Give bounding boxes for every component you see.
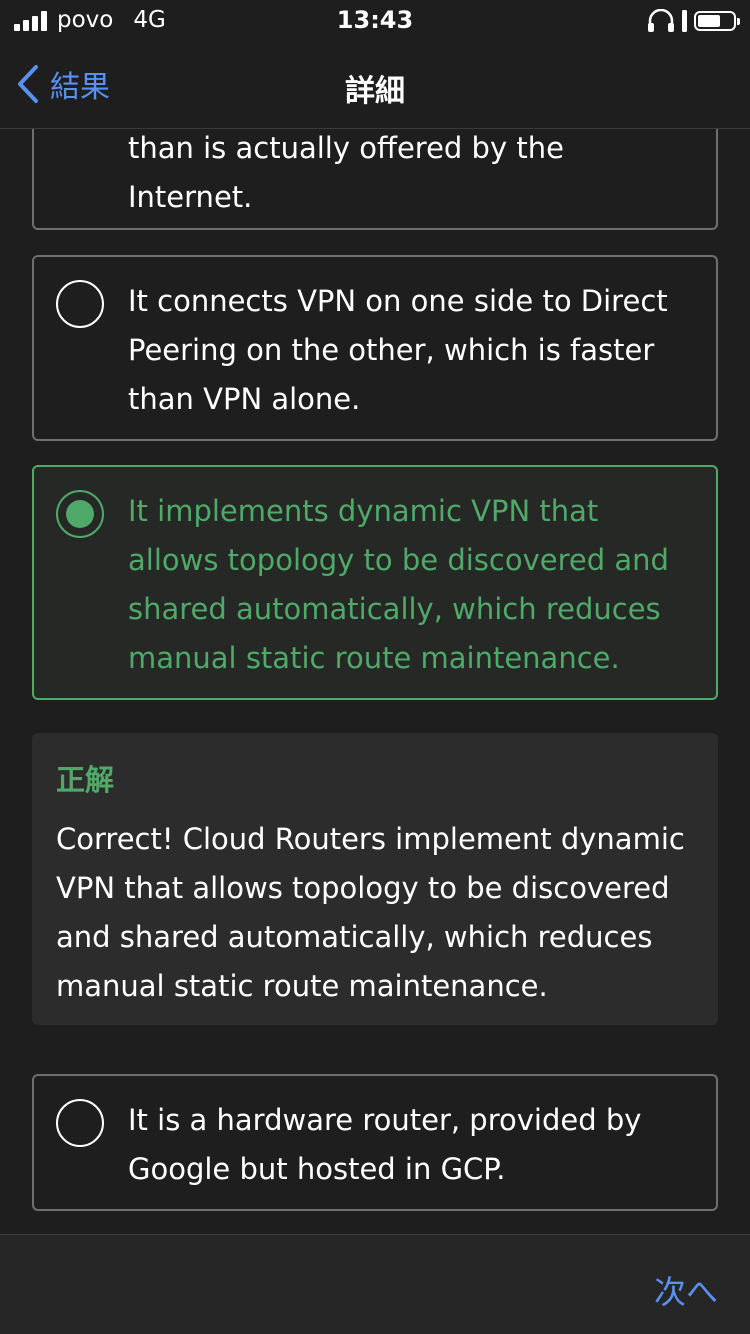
bottom-toolbar: 次へ	[0, 1234, 750, 1334]
status-right	[646, 9, 740, 33]
answer-option[interactable]: It is a hardware router, provided by Goo…	[32, 1074, 718, 1211]
answer-option-text: It connects VPN on one side to Direct Pe…	[128, 284, 668, 416]
radio-unselected-icon[interactable]	[56, 1099, 104, 1147]
answer-option-text: It implements dynamic VPN that allows to…	[128, 494, 669, 675]
explanation-body: Correct! Cloud Routers implement dynamic…	[56, 822, 685, 1003]
answer-option[interactable]: It connects VPN on one side to Direct Pe…	[32, 255, 718, 441]
headphones-icon	[648, 9, 674, 32]
battery-icon	[694, 11, 740, 31]
screen: povo 4G 13:43 結果 詳細 than is actually off…	[0, 0, 750, 1334]
page-title: 詳細	[345, 74, 405, 109]
answer-option[interactable]: bandwidth and get better throughput than…	[32, 129, 718, 230]
question-detail-content[interactable]: bandwidth and get better throughput than…	[0, 129, 750, 1234]
navigation-bar: 結果 詳細	[0, 40, 750, 129]
status-time: 13:43	[336, 6, 414, 34]
radio-selected-icon[interactable]	[56, 490, 104, 538]
answer-option-text: It is a hardware router, provided by Goo…	[128, 1103, 642, 1186]
next-button[interactable]: 次へ	[654, 1267, 718, 1313]
status-bar: povo 4G 13:43	[0, 0, 750, 40]
charging-indicator-icon	[682, 10, 687, 32]
answer-option-selected[interactable]: It implements dynamic VPN that allows to…	[32, 465, 718, 700]
radio-unselected-icon[interactable]	[56, 280, 104, 328]
explanation-panel: 正解 Correct! Cloud Routers implement dyna…	[32, 733, 718, 1025]
answer-option-text: bandwidth and get better throughput than…	[128, 131, 564, 214]
explanation-heading: 正解	[56, 763, 115, 797]
